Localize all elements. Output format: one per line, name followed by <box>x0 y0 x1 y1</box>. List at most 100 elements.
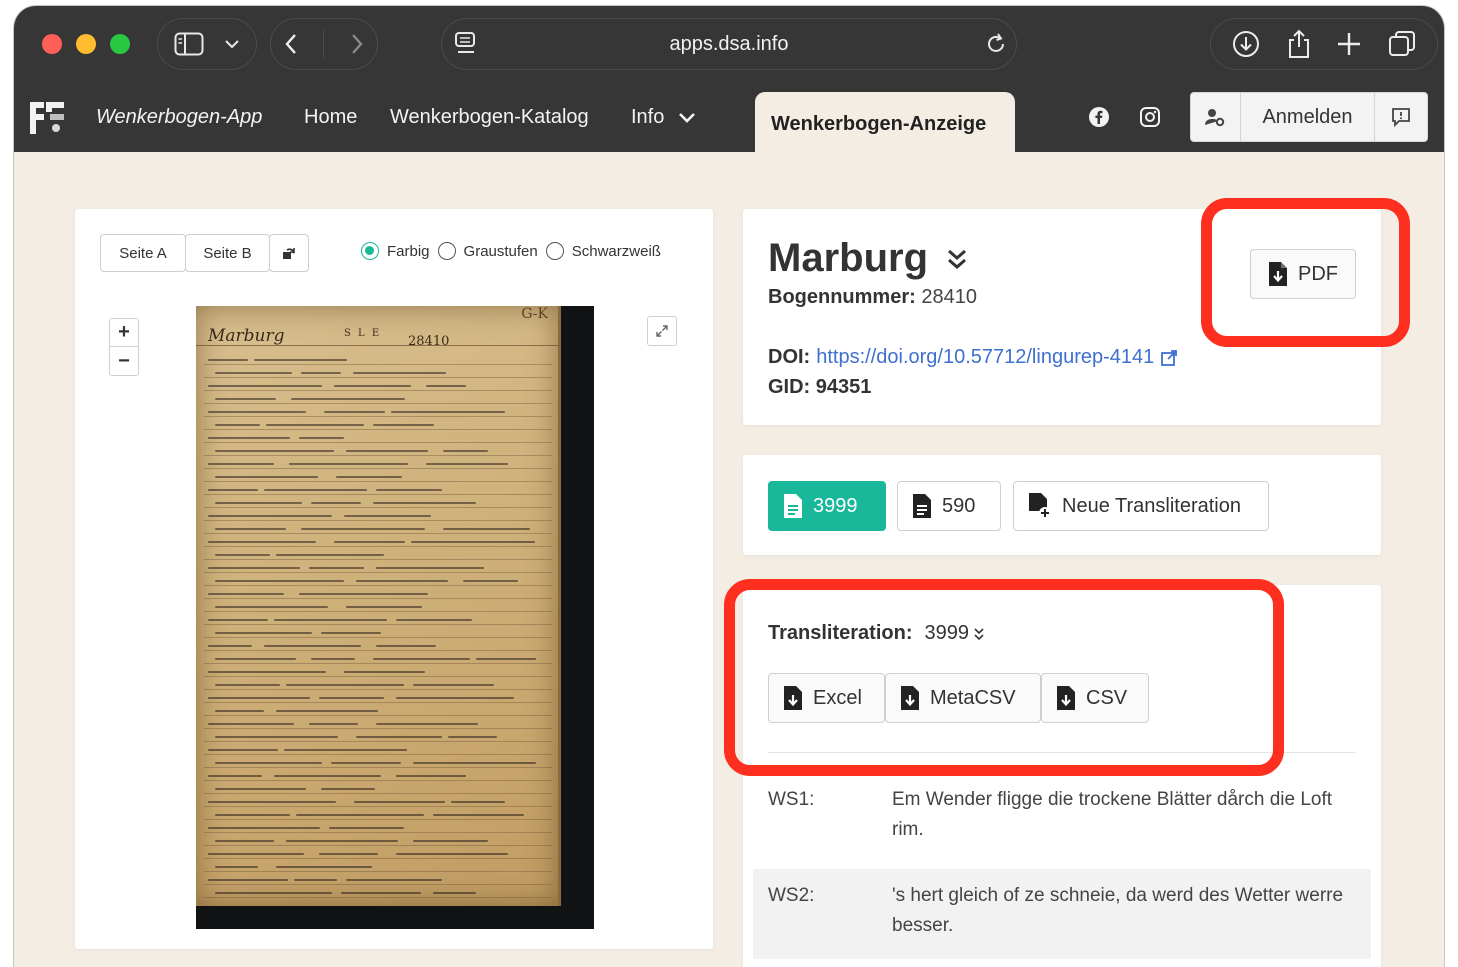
metacsv-download-button[interactable]: MetaCSV <box>885 673 1041 723</box>
paper-rule-line <box>204 897 552 898</box>
reload-icon[interactable] <box>984 31 1008 57</box>
handwriting-stroke <box>215 658 296 660</box>
share-icon[interactable] <box>1286 28 1312 60</box>
handwriting-stroke <box>329 827 404 829</box>
facebook-icon[interactable] <box>1088 106 1110 133</box>
handwriting-stroke <box>331 762 401 764</box>
handwriting-stroke <box>319 697 384 699</box>
wenkerbogen-scan-image[interactable]: G-K Marburg S L E 28410 <box>196 306 594 929</box>
nav-info-label: Info <box>631 106 665 128</box>
handwriting-stroke <box>215 606 328 608</box>
radio-farbig[interactable] <box>361 242 379 260</box>
handwriting-stroke <box>373 424 434 426</box>
handwriting-stroke <box>208 593 284 595</box>
transliteration-selected[interactable]: 3999 <box>924 622 985 645</box>
login-group: Anmelden <box>1190 92 1428 142</box>
handwriting-stroke <box>208 723 294 725</box>
divider <box>323 29 325 59</box>
handwriting-stroke <box>208 697 310 699</box>
radio-graustufen[interactable] <box>437 242 456 260</box>
handwriting-stroke <box>208 775 262 777</box>
handwriting-stroke <box>215 424 260 426</box>
handwriting-stroke <box>286 684 404 686</box>
new-transliteration-label: Neue Transliteration <box>1062 494 1241 517</box>
rotate-button[interactable] <box>269 234 309 272</box>
close-window-button[interactable] <box>42 34 62 54</box>
zoom-window-button[interactable] <box>110 34 130 54</box>
seite-b-button[interactable]: Seite B <box>185 234 270 272</box>
zoom-in-button[interactable]: + <box>110 319 138 347</box>
radio-schwarzweiss[interactable] <box>545 242 564 260</box>
reader-icon[interactable] <box>454 30 478 58</box>
radio-schwarzweiss-label: Schwarzweiß <box>571 242 661 260</box>
tab-wenkerbogen-anzeige[interactable]: Wenkerbogen-Anzeige <box>755 92 1015 158</box>
download-icon[interactable] <box>1231 29 1261 59</box>
transliteration-590-button[interactable]: 590 <box>897 481 1001 531</box>
zoom-out-button[interactable]: − <box>110 347 138 375</box>
app-logo[interactable] <box>28 98 66 136</box>
instagram-icon[interactable] <box>1139 106 1161 133</box>
transliteration-selected-value: 3999 <box>924 622 969 644</box>
handwriting-stroke <box>426 385 466 387</box>
paper-rule-line <box>204 624 552 625</box>
paper-rule-line <box>204 845 552 846</box>
back-button[interactable] <box>283 32 299 56</box>
paper-rule-line <box>204 533 552 534</box>
address-bar[interactable]: apps.dsa.info <box>441 18 1017 70</box>
paper-rule-line <box>204 689 552 690</box>
nav-katalog[interactable]: Wenkerbogen-Katalog <box>390 106 589 129</box>
handwriting-stroke <box>215 892 332 894</box>
paper-rule-line <box>204 442 552 443</box>
handwriting-stroke <box>296 814 424 816</box>
handwriting-stroke <box>301 528 425 530</box>
transliteration-select[interactable]: Transliteration: 3999 <box>768 622 985 645</box>
radio-graustufen-label: Graustufen <box>463 242 538 260</box>
feedback-button[interactable] <box>1375 93 1427 141</box>
sidebar-toggle-button[interactable] <box>157 18 257 70</box>
sentence-text: 's hert gleich of ze schneie, da werd de… <box>892 885 1344 936</box>
paper-rule-line <box>204 572 552 573</box>
fullscreen-button[interactable] <box>647 316 677 346</box>
pdf-download-button[interactable]: PDF <box>1250 249 1356 299</box>
scan-place-text: Marburg <box>208 326 285 346</box>
paper-rule-line <box>204 494 552 495</box>
handwriting-stroke <box>376 489 442 491</box>
paper-rule-line <box>204 416 552 417</box>
bogennummer: Bogennummer: 28410 <box>768 286 977 309</box>
paper-rule-line <box>204 793 552 794</box>
forward-button[interactable] <box>349 32 365 56</box>
doi-link[interactable]: https://doi.org/10.57712/lingurep-4141 <box>816 346 1154 369</box>
bogennummer-label: Bogennummer: <box>768 286 916 308</box>
file-plus-icon <box>1029 493 1051 519</box>
handwriting-stroke <box>376 723 478 725</box>
handwriting-stroke <box>215 814 290 816</box>
browser-tools <box>1210 18 1438 70</box>
handwriting-stroke <box>208 749 278 751</box>
site-navbar: Wenkerbogen-App Home Wenkerbogen-Katalog… <box>14 82 1444 158</box>
handwriting-stroke <box>208 801 336 803</box>
nav-info-dropdown[interactable]: Info <box>631 106 696 129</box>
excel-download-button[interactable]: Excel <box>768 673 885 723</box>
transliteration-label: Transliteration: <box>768 622 913 644</box>
user-settings-button[interactable] <box>1191 93 1241 141</box>
pdf-label: PDF <box>1298 262 1338 285</box>
color-mode-group: Farbig Graustufen Schwarzweiß <box>361 242 661 260</box>
seite-a-button[interactable]: Seite A <box>100 234 186 272</box>
record-title-text: Marburg <box>768 236 928 280</box>
csv-label: CSV <box>1086 686 1128 709</box>
minimize-window-button[interactable] <box>76 34 96 54</box>
new-tab-icon[interactable] <box>1336 31 1362 57</box>
nav-brand[interactable]: Wenkerbogen-App <box>96 106 262 129</box>
new-transliteration-button[interactable]: Neue Transliteration <box>1013 481 1269 531</box>
csv-download-button[interactable]: CSV <box>1041 673 1149 723</box>
handwriting-stroke <box>353 372 446 374</box>
login-button[interactable]: Anmelden <box>1241 93 1376 141</box>
handwriting-stroke <box>208 437 290 439</box>
expand-icon <box>656 325 668 337</box>
nav-home[interactable]: Home <box>304 106 357 129</box>
tab-overview-icon[interactable] <box>1387 29 1417 59</box>
transliteration-3999-button[interactable]: 3999 <box>768 481 886 531</box>
paper-rule-line <box>204 637 552 638</box>
handwriting-stroke <box>208 359 248 361</box>
handwriting-stroke <box>215 554 270 556</box>
